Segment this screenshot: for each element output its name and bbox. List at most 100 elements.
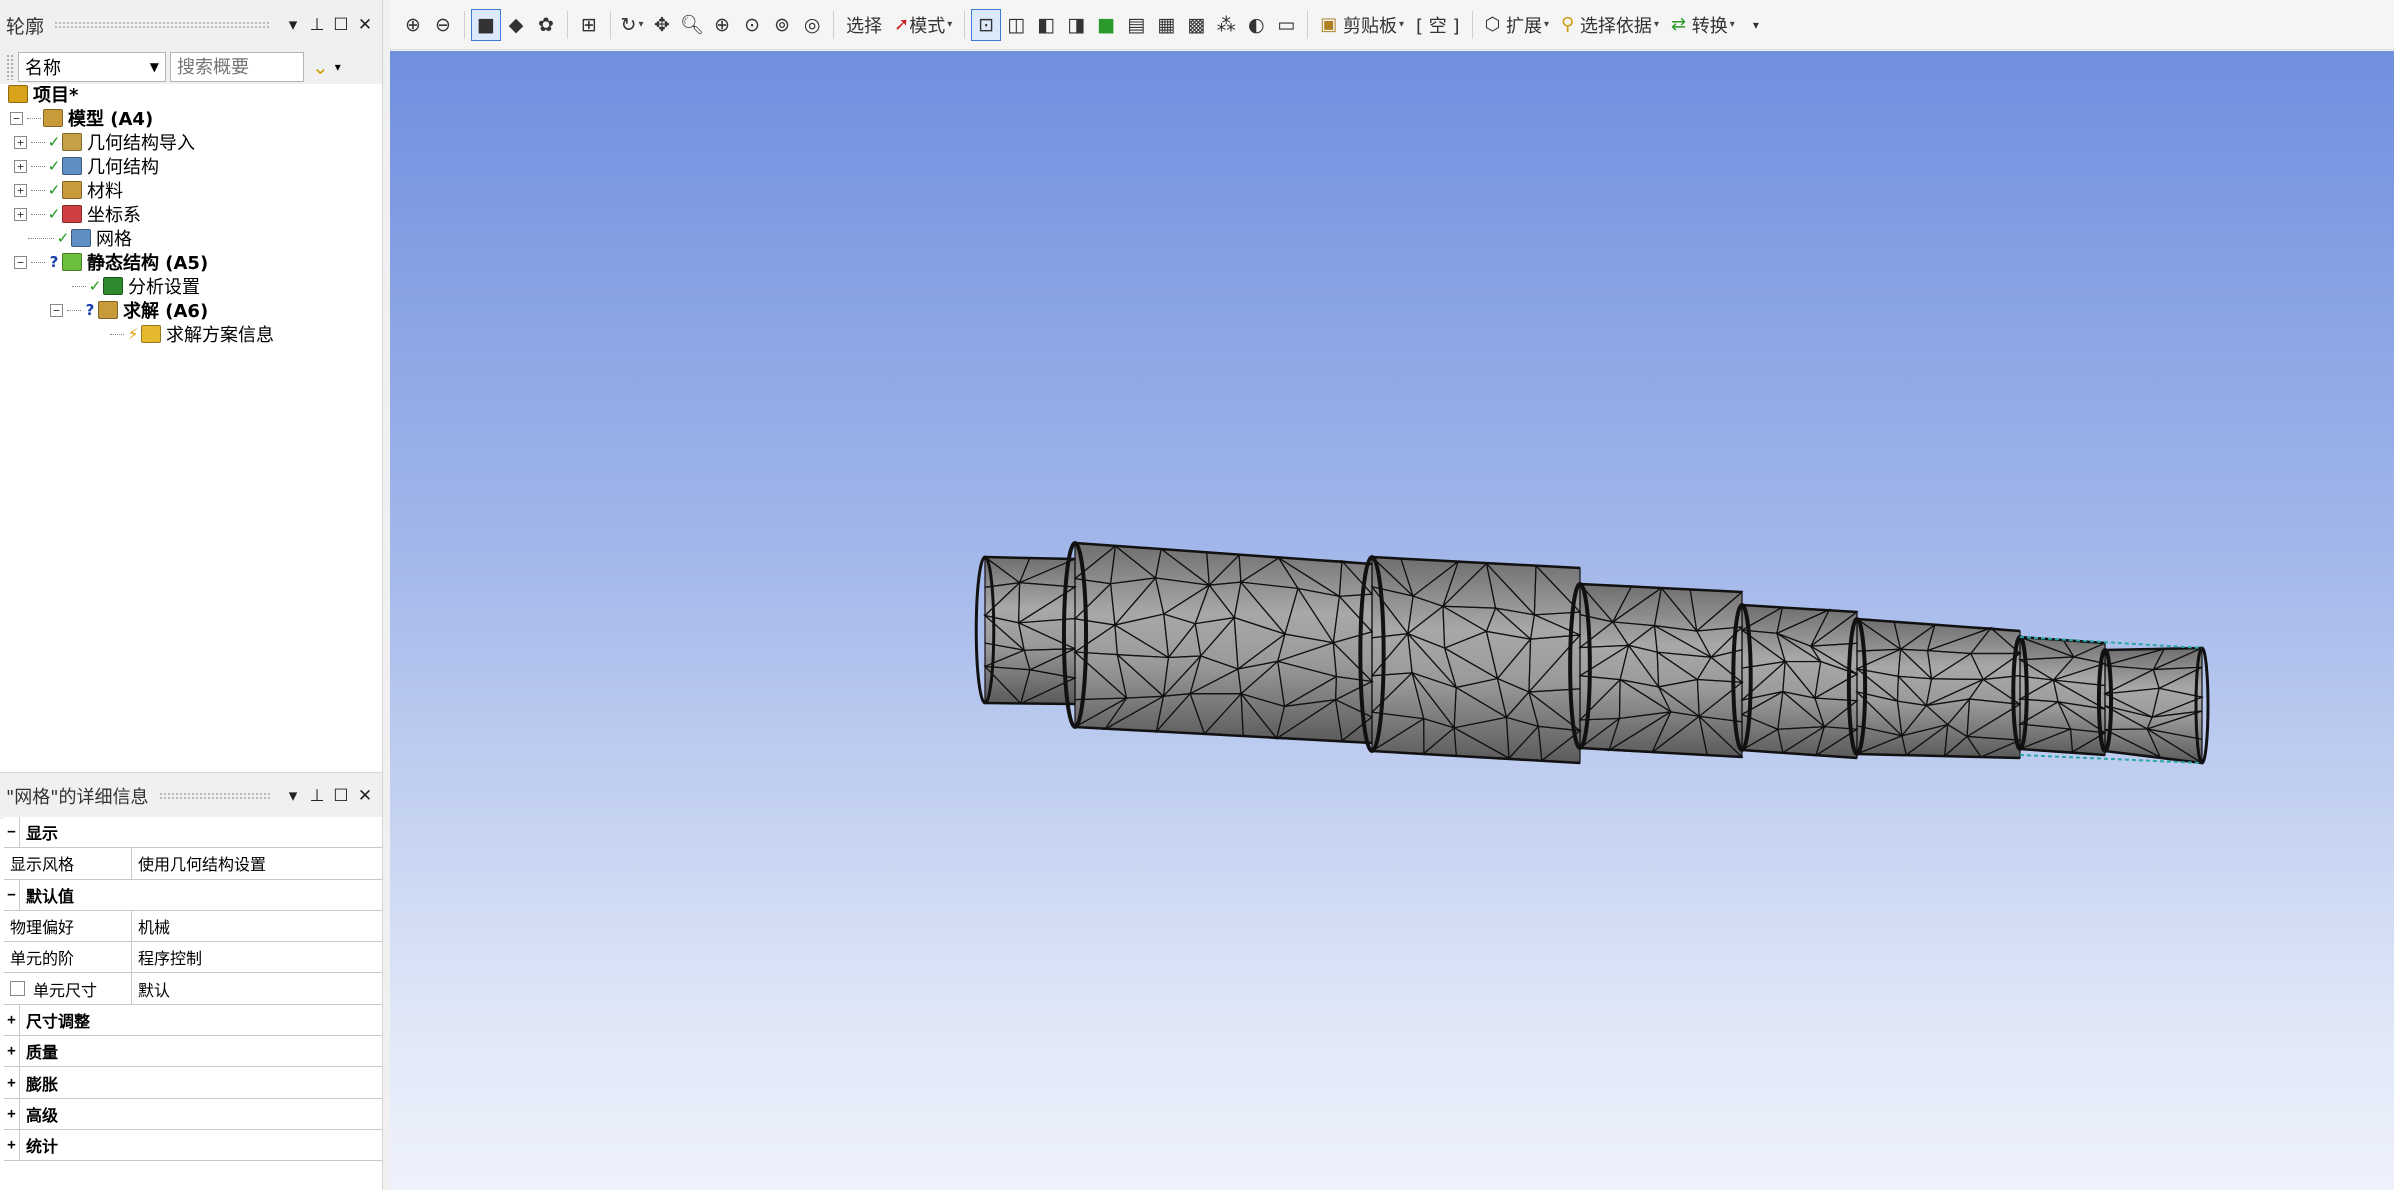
property-value[interactable]: 默认 (132, 973, 382, 1003)
collapse-icon[interactable]: − (4, 817, 20, 848)
tree-node[interactable]: ⚡ 求解方案信息 (110, 322, 274, 346)
tree-node[interactable]: + ✓ 几何结构 (14, 154, 159, 178)
magnifier-icon[interactable]: ⊚ (767, 9, 797, 41)
toolbar-overflow-icon[interactable]: ▾ (1741, 9, 1771, 41)
shaft-segment[interactable] (2020, 637, 2105, 755)
tree-node[interactable]: ✓ 分析设置 (72, 274, 200, 298)
expand-icon[interactable]: + (4, 1129, 20, 1161)
shaft-segment[interactable] (985, 557, 1075, 704)
pin-icon[interactable]: ⊥ (306, 785, 328, 807)
select-button[interactable]: 选择 (840, 9, 888, 41)
zoom-icon[interactable]: 🔍︎ (677, 9, 707, 41)
property-value[interactable]: 机械 (132, 911, 382, 941)
details-category[interactable]: − 显示 (4, 817, 382, 849)
close-icon[interactable]: ✕ (354, 785, 376, 807)
expand-icon[interactable]: + (14, 207, 27, 221)
details-category[interactable]: + 膨胀 (4, 1067, 382, 1099)
tree-node[interactable]: + ✓ 材料 (14, 178, 123, 202)
search-outline-input[interactable] (170, 52, 304, 82)
tree-node[interactable]: + ✓ 坐标系 (14, 202, 141, 226)
select-element-icon[interactable]: ■ (1091, 9, 1121, 41)
box-zoom-icon[interactable]: ⊕ (707, 9, 737, 41)
details-property-row[interactable]: 物理偏好 机械 (4, 910, 382, 943)
collapse-icon[interactable]: − (14, 255, 27, 269)
collapse-icon[interactable]: − (10, 111, 23, 125)
property-value[interactable]: 程序控制 (132, 942, 382, 972)
expand-icon[interactable]: + (4, 1067, 20, 1098)
pin-icon[interactable]: ⊥ (306, 14, 328, 36)
property-value[interactable]: 使用几何结构设置 (132, 848, 382, 878)
details-category[interactable]: − 默认值 (4, 879, 382, 911)
details-property-row[interactable]: 单元尺寸 默认 (4, 973, 382, 1005)
details-category[interactable]: + 尺寸调整 (4, 1004, 382, 1037)
select-by-button[interactable]: ⚲ 选择依据 ▾ (1555, 9, 1665, 41)
collapse-icon[interactable]: − (4, 879, 20, 910)
convert-button[interactable]: ⇄ 转换 ▾ (1665, 9, 1741, 41)
tree-node[interactable]: −? 静态结构 (A5) (14, 250, 208, 274)
shaft-segment[interactable] (1742, 605, 1857, 758)
tree-node[interactable]: + ✓ 几何结构导入 (14, 130, 195, 154)
tree-connector (31, 165, 45, 167)
select-vertex-icon[interactable]: ⊡ (971, 8, 1002, 41)
tree-node[interactable]: ✓ 网格 (28, 226, 132, 250)
shaft-segment[interactable] (2105, 648, 2202, 763)
expand-icon[interactable]: + (4, 1098, 20, 1129)
shaded-view-icon[interactable]: ■ (471, 8, 501, 41)
clipboard-button[interactable]: ▣ 剪贴板 ▾ (1314, 9, 1410, 41)
panel-grip[interactable] (158, 792, 270, 800)
extend-button[interactable]: ⬡ 扩展 ▾ (1479, 9, 1555, 41)
expand-icon[interactable]: + (4, 1036, 20, 1067)
collapse-icon[interactable]: − (50, 303, 63, 317)
expand-icon[interactable]: + (14, 135, 27, 149)
select-mesh-icon[interactable]: ▩ (1181, 9, 1211, 41)
wireframe-view-icon[interactable]: ◆ (501, 9, 531, 41)
tree-node[interactable]: − 模型 (A4) (10, 106, 153, 130)
panel-dropdown-icon[interactable]: ▾ (282, 14, 304, 36)
filter-options-icon[interactable]: ⌄ (312, 55, 329, 79)
view-options-icon[interactable]: ✿ (531, 9, 561, 41)
maximize-icon[interactable]: ☐ (330, 785, 352, 807)
meshed-shaft-model[interactable] (390, 51, 2394, 1190)
panel-grip[interactable] (54, 21, 270, 29)
tree-node-label: 坐标系 (87, 205, 141, 226)
tree-node[interactable]: −? 求解 (A6) (50, 298, 208, 322)
empty-selection-button[interactable]: [ 空 ] (1410, 9, 1466, 41)
details-category-label: 默认值 (26, 886, 75, 906)
layout-icon[interactable]: ⊞ (574, 9, 604, 41)
coordinates-icon[interactable]: ⁂ (1211, 9, 1241, 41)
select-face-icon[interactable]: ◧ (1031, 9, 1061, 41)
zoom-out-icon[interactable]: ⊖ (428, 9, 458, 41)
outline-panel: 轮廓 ▾ ⊥ ☐ ✕ 名称 ▼ ⌄ ▾ 项目*−模型 (A4)+✓几何结构导入+… (0, 0, 383, 772)
select-node-icon[interactable]: ▤ (1121, 9, 1151, 41)
hide-icon[interactable]: ◐ (1241, 9, 1271, 41)
details-category[interactable]: + 质量 (4, 1036, 382, 1068)
graphics-viewport[interactable] (390, 51, 2394, 1190)
select-element-face-icon[interactable]: ▦ (1151, 9, 1181, 41)
shaft-segment[interactable] (1580, 584, 1742, 757)
toolbar-grip[interactable] (6, 54, 14, 80)
expand-icon[interactable]: + (14, 159, 27, 173)
zoom-fit-icon[interactable]: ⊙ (737, 9, 767, 41)
zoom-previous-icon[interactable]: ◎ (797, 9, 827, 41)
expand-icon[interactable]: + (4, 1004, 20, 1036)
details-property-row[interactable]: 显示风格 使用几何结构设置 (4, 848, 382, 880)
label-icon[interactable]: ▭ (1271, 9, 1301, 41)
mode-button[interactable]: ➚ 模式 ▾ (888, 9, 958, 41)
maximize-icon[interactable]: ☐ (330, 14, 352, 36)
overflow-chevron-icon[interactable]: ▾ (335, 60, 341, 74)
expand-icon[interactable]: + (14, 183, 27, 197)
tree-connector (67, 309, 81, 311)
name-filter-select[interactable]: 名称 ▼ (18, 52, 166, 82)
select-edge-icon[interactable]: ◫ (1001, 9, 1031, 41)
panel-dropdown-icon[interactable]: ▾ (282, 785, 304, 807)
pan-icon[interactable]: ✥ (647, 9, 677, 41)
parameter-checkbox[interactable] (10, 981, 25, 997)
zoom-in-icon[interactable]: ⊕ (398, 9, 428, 41)
details-category[interactable]: + 高级 (4, 1098, 382, 1130)
rotate-icon[interactable]: ↻ ▾ (617, 9, 647, 41)
select-body-icon[interactable]: ◨ (1061, 9, 1091, 41)
details-category[interactable]: + 统计 (4, 1129, 382, 1162)
details-property-row[interactable]: 单元的阶 程序控制 (4, 942, 382, 974)
tree-node[interactable]: 项目* (8, 82, 78, 106)
close-icon[interactable]: ✕ (354, 14, 376, 36)
